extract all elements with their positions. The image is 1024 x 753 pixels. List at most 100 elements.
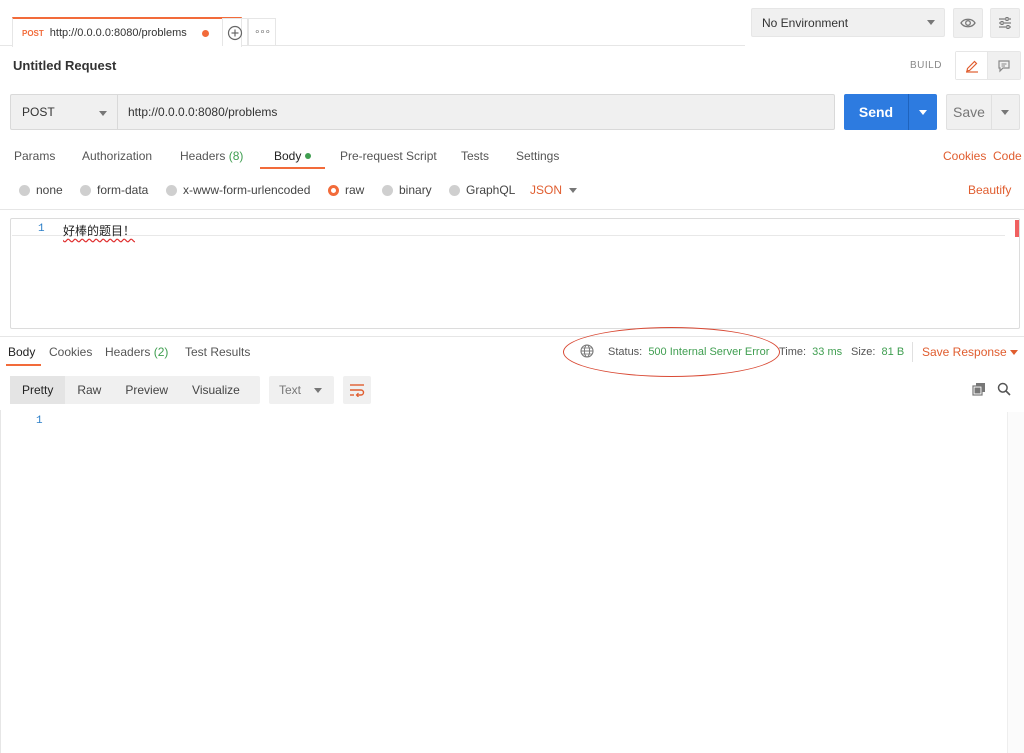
body-type-form-data-label: form-data — [97, 183, 149, 197]
tab-tests[interactable]: Tests — [461, 149, 489, 163]
response-time[interactable]: Time: 33 ms — [779, 346, 842, 358]
response-view-group: Pretty Raw Preview Visualize — [10, 376, 260, 404]
response-tab-headers-count: (2) — [153, 345, 169, 359]
more-tabs-button[interactable]: ∘∘∘ — [248, 18, 276, 46]
wrap-lines-icon — [350, 384, 365, 397]
chevron-down-icon[interactable] — [569, 188, 577, 193]
tab-headers-count: (8) — [228, 149, 244, 163]
body-format-select[interactable]: JSON — [530, 183, 562, 197]
body-indicator-dot-icon — [305, 152, 312, 159]
code-line[interactable]: 好棒的题目！ — [63, 222, 135, 239]
save-button[interactable]: Save — [946, 94, 992, 130]
divider — [0, 209, 1024, 210]
mode-toggle — [955, 51, 1021, 80]
chevron-down-icon — [314, 388, 322, 393]
divider — [912, 342, 913, 362]
radio-icon — [80, 184, 91, 196]
view-preview[interactable]: Preview — [113, 376, 180, 404]
request-tab-url: http://0.0.0.0:8080/problems — [49, 27, 187, 39]
request-body-editor[interactable]: 1 好棒的题目！ — [10, 218, 1020, 329]
response-tab-test-results[interactable]: Test Results — [185, 345, 250, 359]
cookies-link[interactable]: Cookies — [943, 149, 986, 163]
sliders-icon — [999, 17, 1011, 29]
unsaved-dot-icon — [202, 30, 209, 37]
tab-authorization[interactable]: Authorization — [82, 149, 152, 163]
body-type-binary[interactable]: binary — [382, 183, 432, 197]
status-highlight-annotation — [563, 327, 780, 377]
request-title[interactable]: Untitled Request — [13, 58, 116, 73]
wrap-lines-button[interactable] — [343, 376, 371, 404]
radio-icon — [166, 184, 177, 196]
method-select[interactable]: POST — [10, 94, 117, 130]
body-type-raw[interactable]: raw — [328, 183, 364, 197]
response-scrollbar[interactable] — [1007, 412, 1024, 753]
pencil-icon — [965, 60, 978, 73]
comments-button[interactable] — [988, 52, 1020, 79]
body-type-binary-label: binary — [399, 183, 432, 197]
tab-body[interactable]: Body — [274, 149, 312, 163]
chevron-down-icon[interactable] — [1010, 350, 1018, 355]
response-tab-cookies[interactable]: Cookies — [49, 345, 92, 359]
editor-scroll-marker — [1015, 220, 1019, 237]
response-format-value: Text — [279, 383, 302, 397]
tab-params[interactable]: Params — [14, 149, 55, 163]
body-type-graphql[interactable]: GraphQL — [449, 183, 515, 197]
body-type-raw-label: raw — [345, 183, 365, 197]
tab-headers-label: Headers — [180, 149, 226, 163]
active-tab-indicator — [260, 167, 325, 169]
save-options-button[interactable] — [992, 94, 1020, 130]
code-link[interactable]: Code — [993, 149, 1022, 163]
editor-active-line — [12, 220, 1005, 236]
body-type-none-label: none — [36, 183, 63, 197]
divider — [0, 336, 1024, 337]
method-select-value: POST — [22, 105, 55, 119]
view-visualize[interactable]: Visualize — [180, 376, 252, 404]
body-type-urlencoded-label: x-www-form-urlencoded — [183, 183, 311, 197]
response-tab-headers-label: Headers — [105, 345, 151, 359]
radio-icon — [382, 184, 393, 196]
tab-headers[interactable]: Headers (8) — [180, 149, 243, 163]
tab-settings[interactable]: Settings — [516, 149, 559, 163]
active-tab-indicator — [6, 364, 41, 366]
request-tab[interactable]: POST http://0.0.0.0:8080/problems — [12, 17, 242, 47]
environment-select[interactable]: No Environment — [751, 8, 945, 37]
send-options-button[interactable] — [908, 94, 937, 130]
chevron-down-icon — [1001, 110, 1009, 115]
response-tab-headers[interactable]: Headers (2) — [105, 345, 168, 359]
chevron-down-icon — [99, 111, 107, 116]
request-tab-method: POST — [22, 28, 44, 38]
line-number: 1 — [36, 415, 43, 427]
view-raw[interactable]: Raw — [65, 376, 113, 404]
view-pretty[interactable]: Pretty — [10, 376, 66, 404]
url-input-value: http://0.0.0.0:8080/problems — [128, 105, 278, 119]
body-type-form-data[interactable]: form-data — [80, 183, 148, 197]
environment-quick-look-button[interactable] — [953, 8, 983, 38]
save-response-button[interactable]: Save Response — [922, 345, 1007, 359]
edit-mode-button[interactable] — [956, 52, 989, 79]
ellipsis-icon: ∘∘∘ — [254, 27, 271, 38]
tab-pre-request-script[interactable]: Pre-request Script — [340, 149, 437, 163]
manage-environments-button[interactable] — [990, 8, 1020, 38]
radio-icon — [19, 184, 30, 196]
url-input[interactable]: http://0.0.0.0:8080/problems — [117, 94, 835, 130]
environment-select-value: No Environment — [762, 15, 849, 30]
size-value: 81 B — [881, 346, 905, 358]
mode-label: BUILD — [910, 60, 942, 71]
copy-icon[interactable] — [972, 382, 986, 399]
response-tab-body[interactable]: Body — [8, 345, 35, 359]
radio-selected-icon — [328, 184, 339, 196]
response-format-select[interactable]: Text — [269, 376, 334, 404]
radio-icon — [449, 184, 460, 196]
chevron-down-icon — [927, 20, 935, 25]
response-size[interactable]: Size: 81 B — [851, 346, 904, 358]
body-type-none[interactable]: none — [19, 183, 63, 197]
line-number: 1 — [38, 223, 45, 235]
body-type-graphql-label: GraphQL — [466, 183, 516, 197]
beautify-link[interactable]: Beautify — [968, 183, 1011, 197]
size-label: Size: — [851, 346, 876, 358]
chevron-down-icon — [919, 110, 927, 115]
search-icon[interactable] — [997, 382, 1011, 399]
send-button[interactable]: Send — [844, 94, 908, 130]
body-type-urlencoded[interactable]: x-www-form-urlencoded — [166, 183, 310, 197]
new-tab-button[interactable] — [222, 18, 248, 46]
